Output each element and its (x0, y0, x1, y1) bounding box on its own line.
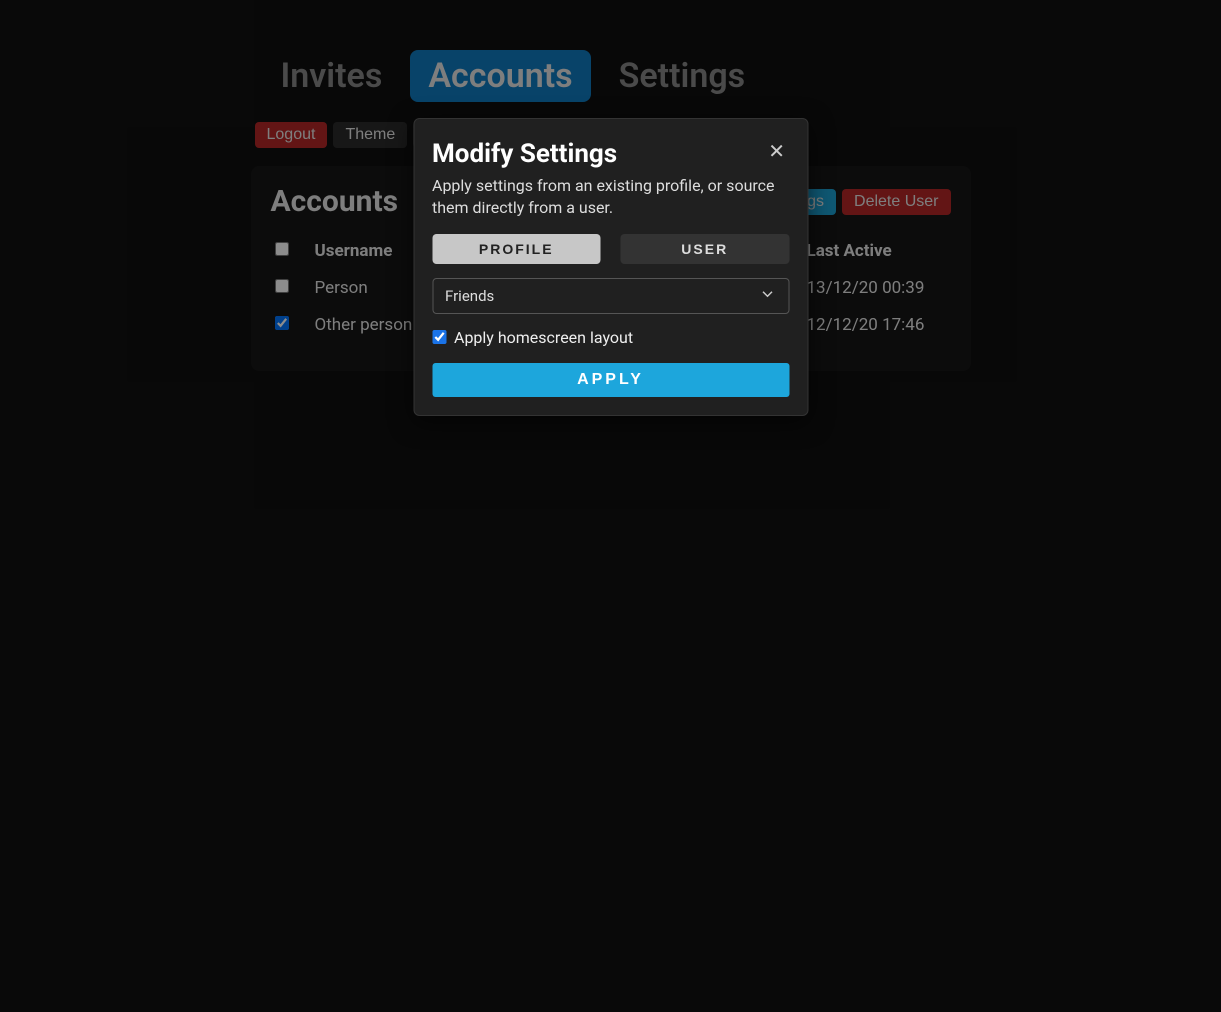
modify-settings-modal: Modify Settings ✕ Apply settings from an… (413, 118, 808, 416)
modal-header: Modify Settings ✕ (432, 139, 789, 169)
profile-select[interactable]: Friends (432, 278, 789, 314)
toggle-profile[interactable]: PROFILE (432, 234, 601, 264)
apply-homescreen-checkbox-row[interactable]: Apply homescreen layout (432, 328, 789, 347)
profile-select-value: Friends (445, 287, 494, 305)
apply-homescreen-checkbox[interactable] (432, 330, 446, 344)
modal-title: Modify Settings (432, 139, 617, 169)
chevron-down-icon (758, 285, 776, 307)
close-icon[interactable]: ✕ (764, 139, 789, 163)
apply-button[interactable]: APPLY (432, 363, 789, 397)
modal-description: Apply settings from an existing profile,… (432, 175, 789, 220)
toggle-user[interactable]: USER (621, 234, 790, 264)
apply-homescreen-label: Apply homescreen layout (454, 328, 633, 347)
source-toggle: PROFILE USER (432, 234, 789, 264)
